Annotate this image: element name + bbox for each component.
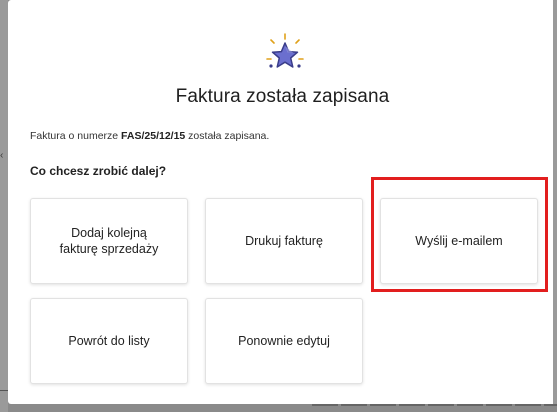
star-icon [266,33,304,68]
highlight-box [371,177,548,292]
dialog-title: Faktura została zapisana [175,86,390,107]
background-page [0,0,8,412]
next-step-question: Co chcesz zrobić dalej? [30,164,167,178]
edit-again-button[interactable]: Ponownie edytuj [205,298,363,384]
back-to-list-label: Powrót do listy [68,334,150,348]
background-divider [0,390,8,391]
invoice-saved-dialog: Faktura została zapisana Faktura o numer… [8,0,557,404]
background-partial-text: ‹ [0,150,4,161]
print-invoice-button[interactable]: Drukuj fakturę [205,198,363,284]
message-prefix: Faktura o numerze [30,130,122,142]
invoice-number: FAS/25/12/15 [121,130,186,142]
message-suffix: została zapisana. [185,130,270,142]
add-another-invoice-button[interactable]: Dodaj kolejną fakturę sprzedaży [30,198,188,284]
print-invoice-label: Drukuj fakturę [245,234,323,248]
save-confirmation-message: Faktura o numerze FAS/25/12/15 została z… [30,130,269,142]
add-another-invoice-label: Dodaj kolejną fakturę sprzedaży [59,226,159,256]
background-bottom-rule [312,404,557,406]
back-to-list-button[interactable]: Powrót do listy [30,298,188,384]
edit-again-label: Ponownie edytuj [238,334,330,348]
background-page-right [553,0,557,404]
